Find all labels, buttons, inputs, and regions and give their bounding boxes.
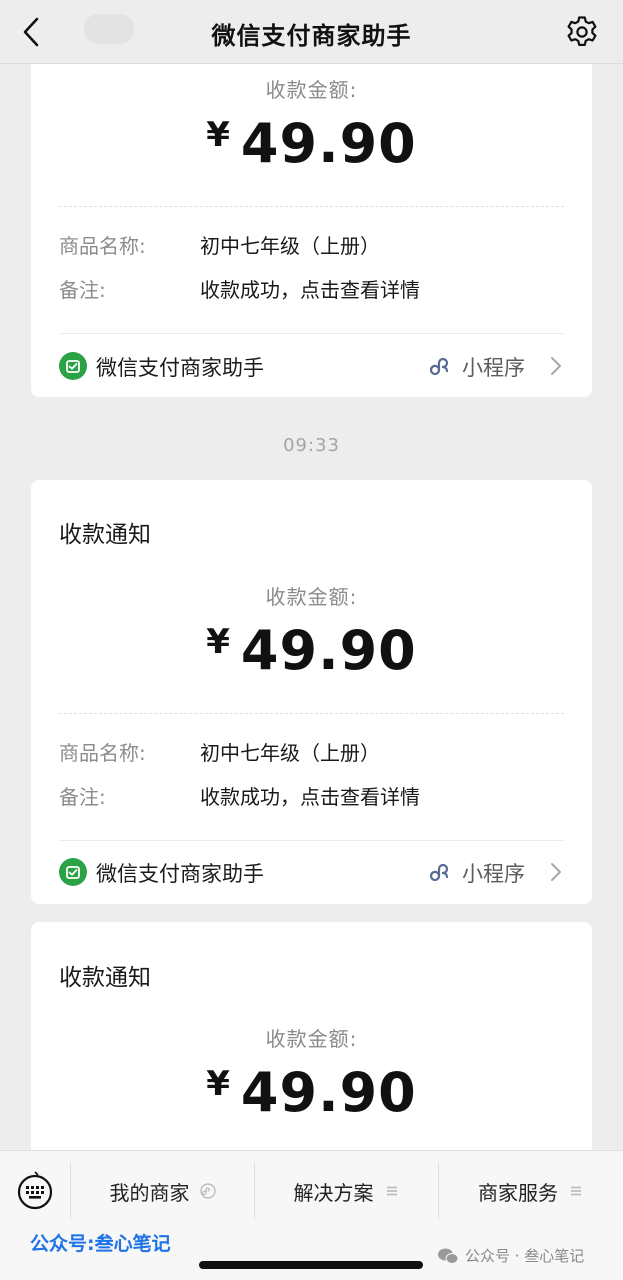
menu-my-merchant[interactable]: 我的商家 [71, 1151, 254, 1231]
note-label: 备注: [59, 785, 106, 809]
payment-notification-card[interactable]: 收款金额: ¥49.90 商品名称: 初中七年级（上册） 备注: 收款成功，点击… [31, 40, 592, 397]
menu-item-label: 解决方案 [293, 1180, 374, 1205]
menu-lines-icon [386, 1186, 397, 1196]
amount-label: 收款金额: [265, 585, 358, 609]
merchant-assistant-logo-icon [59, 858, 87, 886]
mini-program-icon [199, 1183, 216, 1199]
currency-symbol: ¥ [206, 1064, 231, 1104]
divider [59, 840, 564, 841]
top-nav-bar: 微信支付商家助手 [0, 0, 623, 64]
product-value: 初中七年级（上册） [200, 741, 380, 765]
message-timestamp: 09:33 [283, 435, 340, 456]
amount-number: 49.90 [240, 619, 417, 682]
bottom-menu-bar: 我的商家 解决方案 商家服务 公众号:叁心笔记 公众号 · 叁心笔记 [0, 1150, 623, 1280]
card-title: 收款通知 [59, 522, 151, 548]
menu-item-label: 我的商家 [109, 1180, 190, 1205]
watermark-left: 公众号:叁心笔记 [30, 1233, 171, 1255]
product-label: 商品名称: [59, 741, 146, 765]
keyboard-icon[interactable] [16, 1169, 54, 1211]
mini-program-icon [430, 863, 449, 882]
amount-number: 49.90 [240, 1061, 417, 1124]
mini-program-icon [430, 357, 449, 376]
wechat-logo-icon [438, 1248, 459, 1264]
currency-symbol: ¥ [206, 115, 231, 155]
menu-lines-icon [571, 1186, 581, 1196]
note-value: 收款成功，点击查看详情 [200, 278, 420, 302]
chat-page: 微信支付商家助手 收款金额: ¥49.90 商品名称: 初中七年级（上册） 备注… [0, 0, 623, 1280]
mini-program-label[interactable]: 小程序 [462, 352, 525, 382]
amount-value: ¥49.90 [31, 112, 592, 175]
chevron-right-icon [551, 863, 561, 881]
merchant-assistant-name: 微信支付商家助手 [96, 356, 264, 380]
amount-value: ¥49.90 [31, 1061, 592, 1124]
product-value: 初中七年级（上册） [200, 234, 380, 258]
mini-program-label[interactable]: 小程序 [462, 858, 525, 888]
page-title: 微信支付商家助手 [211, 22, 412, 50]
amount-value: ¥49.90 [31, 619, 592, 682]
dashed-divider [59, 206, 564, 207]
amount-label: 收款金额: [265, 1027, 358, 1051]
menu-merchant-services[interactable]: 商家服务 [439, 1151, 623, 1231]
menu-solutions[interactable]: 解决方案 [255, 1151, 438, 1231]
merchant-assistant-logo-icon [59, 352, 87, 380]
dashed-divider [59, 713, 564, 714]
watermark-right: 公众号 · 叁心笔记 [437, 1245, 584, 1266]
note-value: 收款成功，点击查看详情 [200, 785, 420, 809]
watermark-right-text: 公众号 · 叁心笔记 [465, 1247, 585, 1265]
product-label: 商品名称: [59, 234, 146, 258]
card-title: 收款通知 [59, 965, 151, 991]
gear-icon[interactable] [564, 14, 600, 50]
amount-number: 49.90 [240, 112, 417, 175]
amount-label: 收款金额: [265, 78, 358, 102]
menu-item-label: 商家服务 [478, 1180, 558, 1205]
home-indicator[interactable] [199, 1261, 423, 1269]
merchant-assistant-name: 微信支付商家助手 [96, 862, 264, 886]
payment-notification-card[interactable]: 收款通知 收款金额: ¥49.90 商品名称: 初中七年级（上册） 备注: 收款… [31, 480, 592, 904]
payment-notification-card[interactable]: 收款通知 收款金额: ¥49.90 [31, 922, 592, 1182]
note-label: 备注: [59, 278, 106, 302]
divider [59, 333, 564, 334]
chevron-right-icon [551, 357, 561, 375]
currency-symbol: ¥ [206, 622, 231, 662]
